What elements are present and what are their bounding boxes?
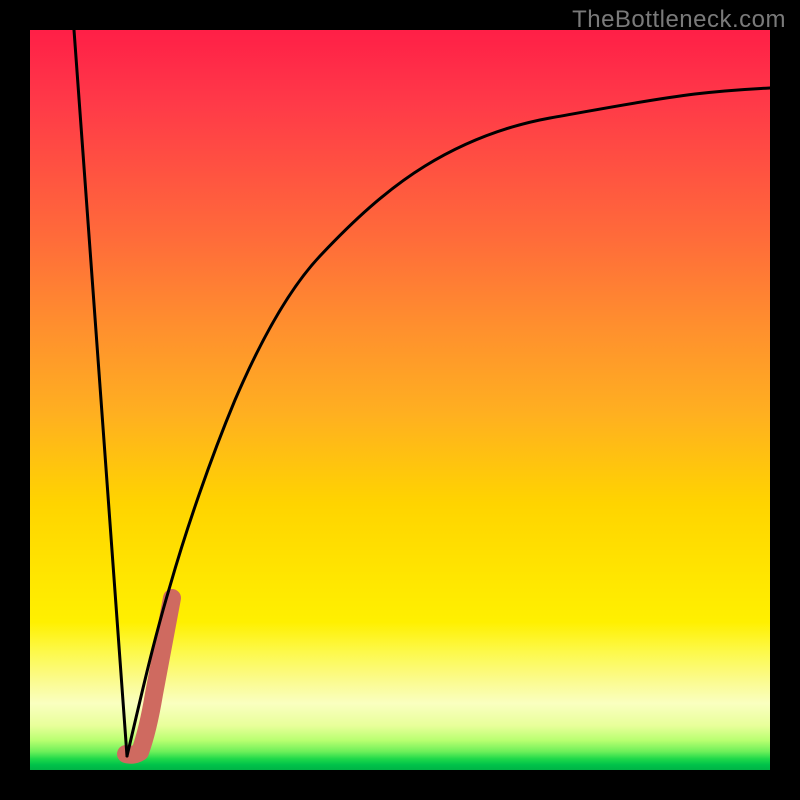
right-curve — [127, 88, 770, 756]
plot-area — [30, 30, 770, 770]
curve-layer — [30, 30, 770, 770]
outer-frame: TheBottleneck.com — [0, 0, 800, 800]
credit-text: TheBottleneck.com — [572, 6, 786, 34]
left-descent — [74, 30, 127, 756]
